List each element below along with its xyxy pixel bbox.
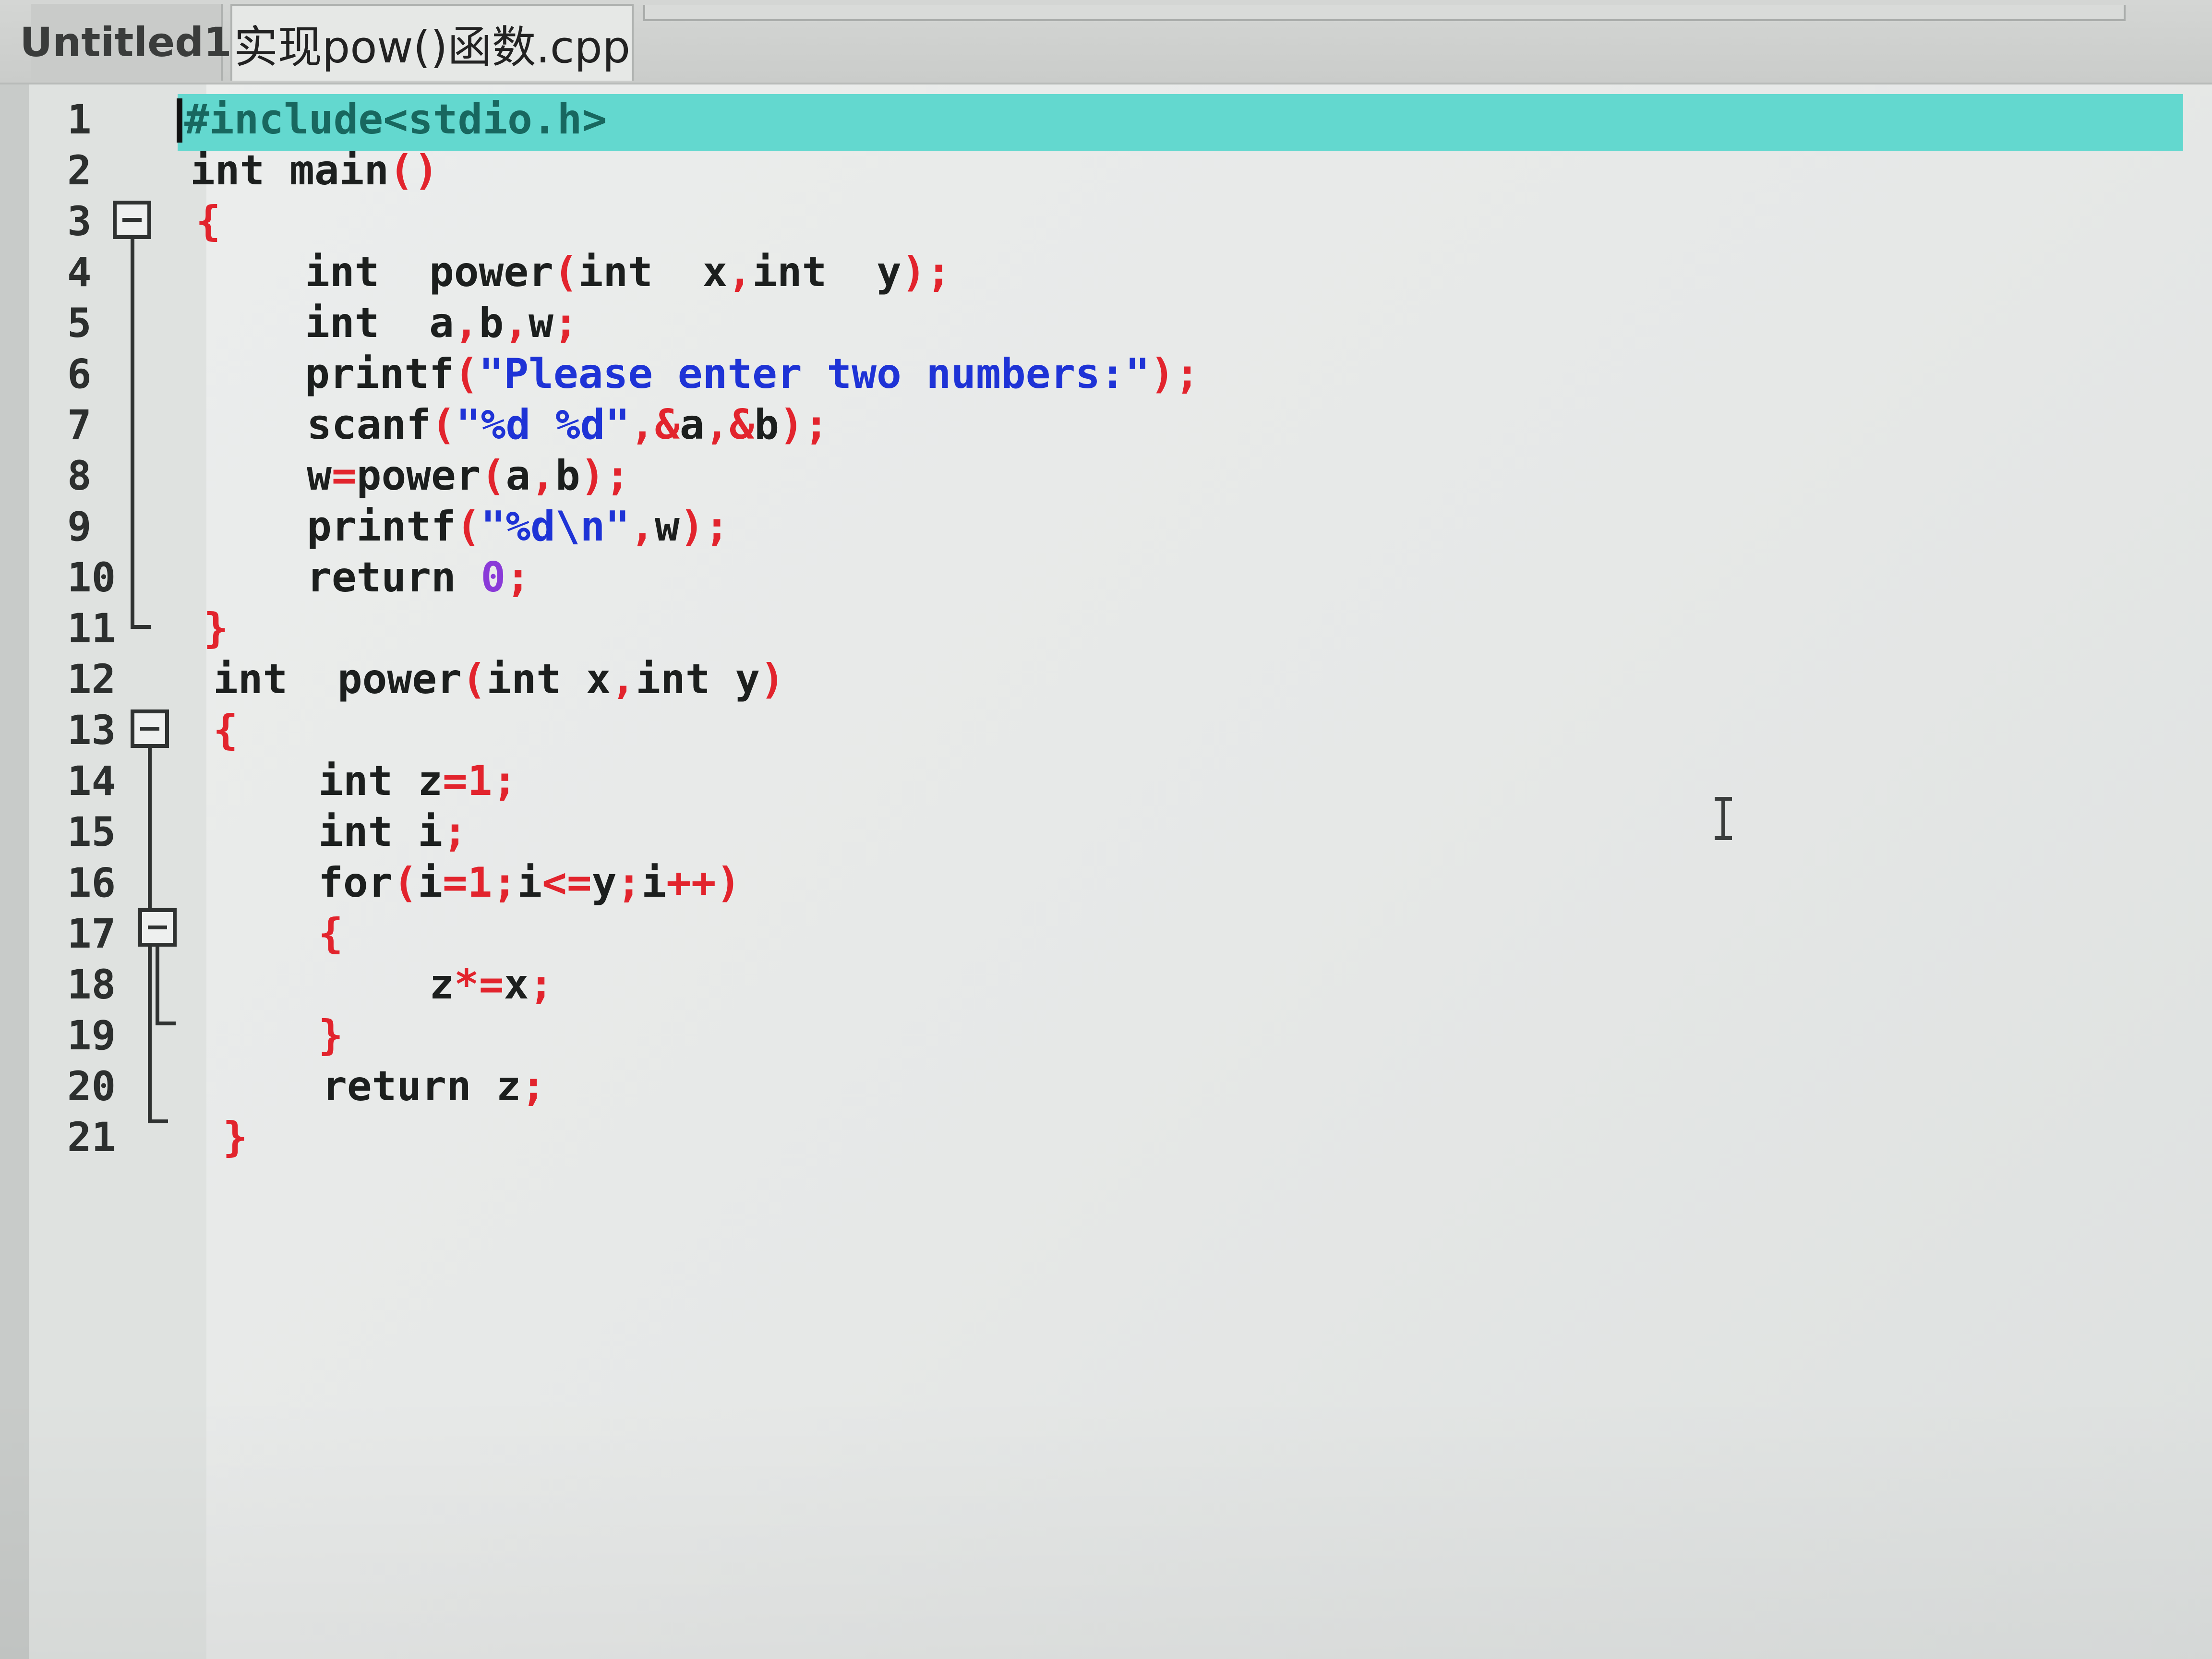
tab-untitled1-label: Untitled1 bbox=[20, 19, 232, 66]
code-line[interactable]: return z; bbox=[223, 1061, 546, 1112]
line-number: 14 bbox=[67, 757, 116, 805]
line-number: 21 bbox=[67, 1114, 116, 1161]
code-line[interactable]: w=power(a,b); bbox=[207, 450, 630, 501]
line-number: 18 bbox=[67, 961, 116, 1008]
window-left-edge bbox=[0, 84, 29, 1659]
line-number: 2 bbox=[67, 147, 92, 194]
code-line[interactable]: return 0; bbox=[207, 552, 530, 603]
code-line[interactable]: { bbox=[219, 908, 343, 959]
line-number: 20 bbox=[67, 1063, 116, 1110]
fold-guide-for bbox=[156, 947, 159, 1025]
code-line[interactable]: int main() bbox=[190, 145, 439, 196]
fold-guide-main bbox=[131, 239, 134, 629]
code-line[interactable]: int a,b,w; bbox=[205, 298, 578, 349]
fold-end-main bbox=[131, 625, 151, 629]
line-number: 5 bbox=[67, 300, 92, 347]
code-line[interactable]: int power(int x,int y); bbox=[205, 247, 951, 298]
tab-bar: Untitled1 实现pow()函数.cpp bbox=[0, 0, 2212, 84]
fold-toggle-power[interactable] bbox=[131, 709, 169, 748]
line-number: 17 bbox=[67, 910, 116, 957]
line-number: 1 bbox=[67, 96, 92, 143]
code-line[interactable]: { bbox=[213, 705, 238, 756]
code-line[interactable]: printf("Please enter two numbers:"); bbox=[205, 349, 1200, 399]
code-line[interactable]: #include<stdio.h> bbox=[184, 94, 607, 145]
code-line[interactable]: z*=x; bbox=[230, 959, 553, 1010]
text-caret bbox=[177, 98, 182, 143]
code-line[interactable]: } bbox=[204, 603, 228, 654]
line-number: 10 bbox=[67, 554, 116, 601]
line-number: 4 bbox=[67, 249, 92, 296]
code-line[interactable]: } bbox=[219, 1010, 343, 1061]
line-number: 7 bbox=[67, 401, 92, 448]
code-line[interactable]: printf("%d\n",w); bbox=[207, 501, 729, 552]
code-line[interactable]: int i; bbox=[219, 806, 468, 857]
fold-toggle-main[interactable] bbox=[113, 201, 151, 239]
fold-toggle-for[interactable] bbox=[138, 908, 177, 947]
tab-bar-frame bbox=[643, 5, 2126, 21]
tab-pow-cpp[interactable]: 实现pow()函数.cpp bbox=[230, 4, 634, 81]
fold-end-for bbox=[156, 1022, 176, 1025]
line-number: 8 bbox=[67, 452, 92, 499]
code-line[interactable]: for(i=1;i<=y;i++) bbox=[219, 857, 741, 908]
code-line[interactable]: } bbox=[223, 1112, 248, 1163]
mouse-i-beam-cursor bbox=[1713, 797, 1734, 840]
line-number: 15 bbox=[67, 808, 116, 855]
fold-end-power bbox=[148, 1119, 168, 1123]
code-line[interactable]: int z=1; bbox=[219, 756, 517, 806]
code-line[interactable]: scanf("%d %d",&a,&b); bbox=[207, 399, 829, 450]
line-number: 16 bbox=[67, 859, 116, 906]
line-number: 9 bbox=[67, 503, 92, 550]
tab-pow-cpp-label: 实现pow()函数.cpp bbox=[233, 21, 631, 73]
line-number: 12 bbox=[67, 656, 116, 703]
code-line[interactable]: int power(int x,int y) bbox=[213, 654, 785, 705]
line-number: 19 bbox=[67, 1012, 116, 1059]
code-line[interactable]: { bbox=[196, 196, 221, 247]
tab-untitled1[interactable]: Untitled1 bbox=[20, 4, 232, 81]
line-number: 6 bbox=[67, 350, 92, 397]
